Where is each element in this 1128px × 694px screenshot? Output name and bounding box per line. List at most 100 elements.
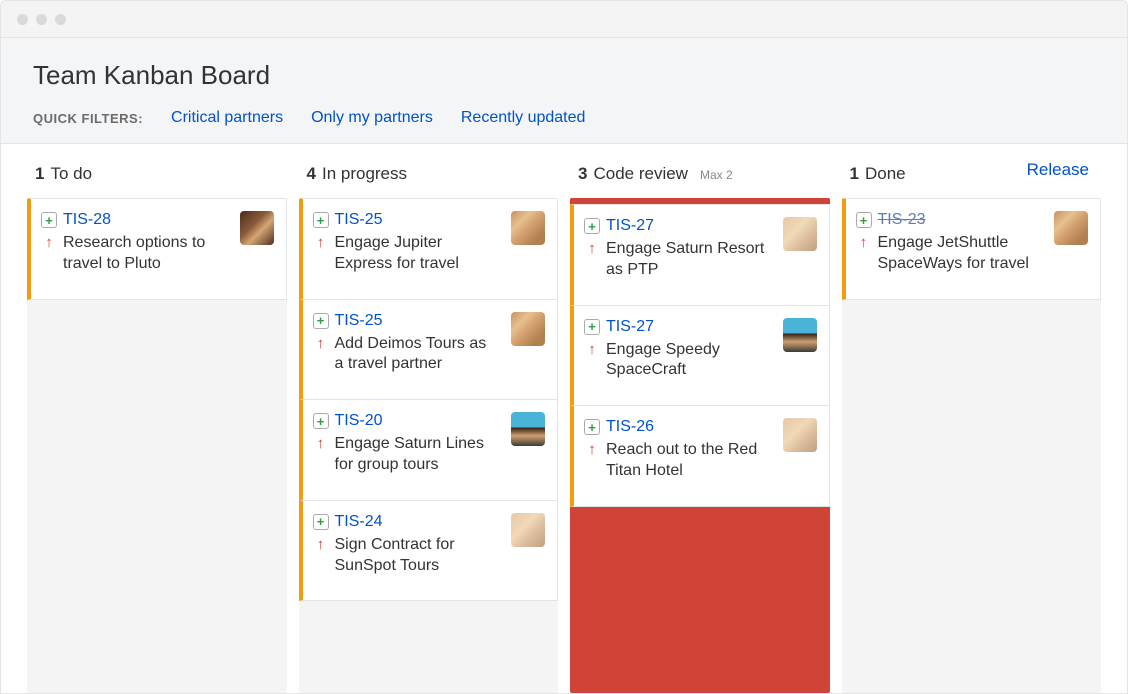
card-summary-row: ↑ Engage JetShuttle SpaceWays for travel	[856, 233, 1043, 275]
card-content: + TIS-28 ↑Research options to travel to Pl…	[41, 211, 228, 275]
card-summary-row: ↑Sign Contract for SunSpot Tours	[313, 535, 500, 577]
filter-recently-updated[interactable]: Recently updated	[461, 109, 586, 127]
card-key[interactable]: TIS-23	[878, 211, 926, 229]
column-name: Code review	[593, 164, 688, 184]
card[interactable]: + TIS-20 ↑Engage Saturn Lines for group to…	[299, 400, 559, 501]
card-summary: Engage Jupiter Express for travel	[335, 233, 500, 275]
card-key-row: + TIS-28	[41, 211, 228, 229]
board-header: Team Kanban Board QUICK FILTERS: Critica…	[1, 38, 1127, 144]
column-name: Done	[865, 164, 906, 184]
story-icon: +	[313, 212, 329, 228]
card-summary: Research options to travel to Pluto	[63, 233, 228, 275]
card-key[interactable]: TIS-28	[63, 211, 111, 229]
column-header: 1 To do	[27, 162, 287, 198]
card-summary: Sign Contract for SunSpot Tours	[335, 535, 500, 577]
card[interactable]: + TIS-27 ↑ Engage Speedy SpaceCraft	[570, 306, 830, 407]
cards-inner: + TIS-23 ↑ Engage JetShuttle SpaceWays for …	[842, 198, 1102, 300]
card-key-row: + TIS-25	[313, 312, 500, 330]
minimize-icon[interactable]	[36, 14, 47, 25]
priority-high-icon: ↑	[584, 340, 600, 360]
column-name: To do	[50, 164, 92, 184]
story-icon: +	[313, 413, 329, 429]
priority-high-icon: ↑	[584, 440, 600, 460]
cards-wrap: + TIS-28 ↑Research options to travel to Pl…	[27, 198, 287, 693]
board-area: Release 1To do+TIS-28↑Research options t…	[1, 144, 1127, 693]
filter-critical-partners[interactable]: Critical partners	[171, 109, 283, 127]
column-header: 4 In progress	[299, 162, 559, 198]
avatar[interactable]	[511, 513, 545, 547]
release-button[interactable]: Release	[1027, 160, 1089, 180]
column: 4 In progress + TIS-25 ↑ Engage Jupiter Expre…	[299, 162, 559, 693]
card-key[interactable]: TIS-24	[335, 513, 383, 531]
story-icon: +	[584, 319, 600, 335]
priority-high-icon: ↑	[313, 334, 329, 354]
avatar[interactable]	[783, 217, 817, 251]
card-key-row: + TIS-20	[313, 412, 500, 430]
card-key[interactable]: TIS-27	[606, 318, 654, 336]
story-icon: +	[41, 212, 57, 228]
window-titlebar	[0, 0, 1128, 38]
card[interactable]: +TIS-25↑Add Deimos Tours as a travel par…	[299, 300, 559, 401]
story-icon: +	[856, 212, 872, 228]
card[interactable]: + TIS-23 ↑ Engage JetShuttle SpaceWays for …	[842, 198, 1102, 300]
card[interactable]: +TIS-27↑Engage Saturn Resort as PTP	[570, 204, 830, 306]
card-content: + TIS-26 ↑ Reach out to the Red Titan Hotel	[584, 418, 771, 482]
avatar[interactable]	[511, 312, 545, 346]
card-summary: Engage Speedy SpaceCraft	[606, 340, 771, 382]
cards-inner: + TIS-25 ↑ Engage Jupiter Express for trave…	[299, 198, 559, 601]
quick-filters-label: QUICK FILTERS:	[33, 111, 143, 126]
story-icon: +	[313, 313, 329, 329]
card[interactable]: + TIS-25 ↑ Engage Jupiter Express for trave…	[299, 198, 559, 300]
filter-only-my-partners[interactable]: Only my partners	[311, 109, 433, 127]
column: 3 Code review Max 2 + TIS-27 ↑ Engage Saturn R…	[570, 162, 830, 693]
card-summary: Engage Saturn Resort as PTP	[606, 239, 771, 281]
avatar[interactable]	[783, 318, 817, 352]
cards-wrap: + TIS-25 ↑ Engage Jupiter Express for trave…	[299, 198, 559, 693]
story-icon: +	[584, 419, 600, 435]
columns-container: 1To do+TIS-28↑Research options to travel…	[27, 162, 1101, 693]
card-content: + TIS-25 ↑ Engage Jupiter Express for trave…	[313, 211, 500, 275]
card[interactable]: + TIS-28 ↑Research options to travel to Pl…	[27, 198, 287, 300]
column: 1 To do + TIS-28 ↑Research options to travel…	[27, 162, 287, 693]
card-summary-row: ↑Research options to travel to Pluto	[41, 233, 228, 275]
column-max-label: Max 2	[700, 168, 733, 182]
priority-high-icon: ↑	[856, 233, 872, 253]
card-key[interactable]: TIS-20	[335, 412, 383, 430]
avatar[interactable]	[1054, 211, 1088, 245]
card-content: + TIS-24 ↑Sign Contract for SunSpot Tours	[313, 513, 500, 577]
card-summary-row: ↑ Engage Jupiter Express for travel	[313, 233, 500, 275]
avatar[interactable]	[783, 418, 817, 452]
card-summary-row: ↑Engage Saturn Lines for group tours	[313, 434, 500, 476]
cards-inner: + TIS-27 ↑ Engage Saturn Resort as PTP + TIS-…	[570, 204, 830, 507]
card[interactable]: + TIS-24 ↑Sign Contract for SunSpot Tours	[299, 501, 559, 602]
cards-wrap: + TIS-23 ↑ Engage JetShuttle SpaceWays for …	[842, 198, 1102, 693]
priority-high-icon: ↑	[584, 239, 600, 259]
close-icon[interactable]	[17, 14, 28, 25]
card-key[interactable]: TIS-25	[335, 312, 383, 330]
card[interactable]: + TIS-26 ↑ Reach out to the Red Titan Hotel	[570, 406, 830, 507]
avatar[interactable]	[511, 211, 545, 245]
avatar[interactable]	[511, 412, 545, 446]
column-name: In progress	[322, 164, 407, 184]
priority-high-icon: ↑	[313, 233, 329, 253]
avatar[interactable]	[240, 211, 274, 245]
card-summary: Reach out to the Red Titan Hotel	[606, 440, 771, 482]
column-count: 3	[578, 164, 587, 184]
column-count: 4	[307, 164, 316, 184]
column: 1 Done + TIS-23 ↑ Engage JetShuttle SpaceWays…	[842, 162, 1102, 693]
story-icon: +	[313, 514, 329, 530]
card-summary-row: ↑ Reach out to the Red Titan Hotel	[584, 440, 771, 482]
card-content: +TIS-27↑Engage Saturn Resort as PTP	[584, 217, 771, 281]
card-key[interactable]: TIS-27	[606, 217, 654, 235]
column-count: 1	[35, 164, 44, 184]
column-count: 1	[850, 164, 859, 184]
card-key[interactable]: TIS-25	[335, 211, 383, 229]
maximize-icon[interactable]	[55, 14, 66, 25]
card-content: +TIS-25↑Add Deimos Tours as a travel par…	[313, 312, 500, 376]
page-title: Team Kanban Board	[33, 60, 1095, 91]
card-key-row: + TIS-26	[584, 418, 771, 436]
priority-high-icon: ↑	[313, 434, 329, 454]
quick-filters-row: QUICK FILTERS: Critical partners Only my…	[33, 109, 1095, 127]
card-key[interactable]: TIS-26	[606, 418, 654, 436]
card-summary: Engage JetShuttle SpaceWays for travel	[878, 233, 1043, 275]
